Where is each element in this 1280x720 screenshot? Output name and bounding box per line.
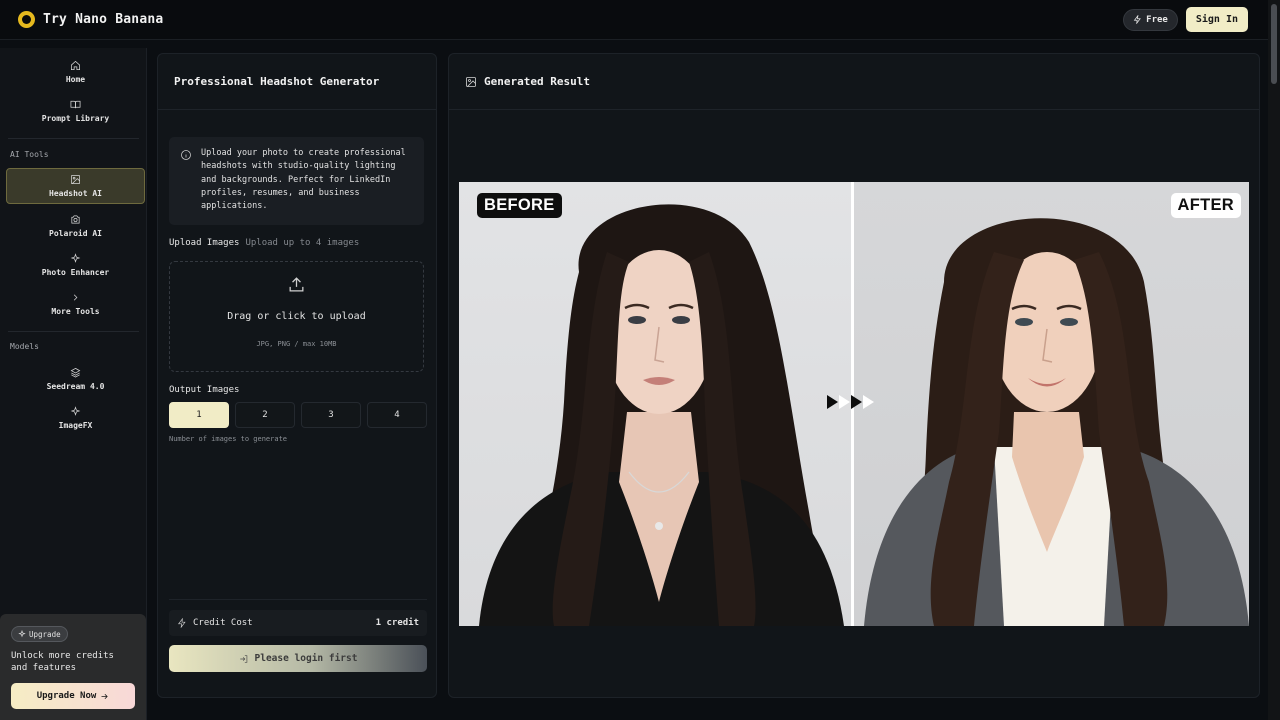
result-panel: Generated Result BEFORE AFTER [448, 53, 1260, 698]
credit-label: Credit Cost [193, 618, 253, 628]
page-scrollbar[interactable] [1268, 0, 1280, 720]
output-option-3[interactable]: 3 [301, 402, 361, 428]
after-portrait-illustration [863, 218, 1249, 626]
output-option-1[interactable]: 1 [169, 402, 229, 428]
before-label: BEFORE [477, 193, 562, 218]
sidebar-item-label: Photo Enhancer [41, 268, 110, 277]
free-badge[interactable]: Free [1123, 8, 1178, 31]
sidebar-item-more-tools[interactable]: More Tools [6, 286, 145, 322]
credit-label-group: Credit Cost [177, 618, 253, 628]
generator-header: Professional Headshot Generator [158, 54, 436, 110]
sidebar-divider [8, 331, 139, 332]
arrow-right-icon [101, 693, 109, 699]
upgrade-chip-label: Upgrade [29, 629, 61, 639]
dropzone-formats: JPG, PNG / max 10MB [256, 340, 337, 348]
upgrade-text: Unlock more credits and features [11, 651, 114, 673]
sidebar-item-headshot-ai[interactable]: Headshot AI [6, 168, 145, 204]
output-count-options: 1 2 3 4 [169, 402, 427, 428]
credit-value: 1 credit [375, 618, 419, 628]
result-title: Generated Result [484, 75, 590, 88]
sidebar-item-photo-enhancer[interactable]: Photo Enhancer [6, 247, 145, 283]
sidebar: Home Prompt Library AI Tools Headshot AI… [0, 48, 147, 720]
transition-arrows-icon [827, 395, 874, 409]
arrow-dark-icon [851, 395, 862, 409]
top-actions: Free Sign In [1123, 7, 1248, 32]
sidebar-item-label: Headshot AI [49, 189, 102, 198]
before-photo: BEFORE [459, 182, 851, 626]
models-heading: Models [10, 342, 39, 351]
upload-dropzone[interactable]: Drag or click to upload JPG, PNG / max 1… [169, 261, 424, 372]
upload-label: Upload Images [169, 238, 240, 248]
upgrade-now-button[interactable]: Upgrade Now [11, 683, 135, 709]
sidebar-item-imagefx[interactable]: ImageFX [6, 400, 145, 436]
login-first-button[interactable]: Please login first [169, 645, 427, 672]
home-icon [71, 60, 80, 70]
sparkle-icon [18, 630, 26, 638]
dropzone-text: Drag or click to upload [227, 311, 366, 322]
output-option-4[interactable]: 4 [367, 402, 427, 428]
camera-icon [71, 215, 80, 224]
generator-title: Professional Headshot Generator [174, 75, 380, 88]
before-portrait-illustration [479, 204, 844, 626]
bolt-icon [1133, 15, 1142, 24]
info-box: Upload your photo to create professional… [169, 137, 424, 225]
sidebar-item-prompt-library[interactable]: Prompt Library [6, 93, 145, 129]
after-label: AFTER [1170, 193, 1241, 218]
image-icon [466, 76, 476, 87]
upload-icon [289, 277, 304, 292]
generator-panel: Professional Headshot Generator Upload y… [157, 53, 437, 698]
sidebar-item-home[interactable]: Home [6, 54, 145, 90]
bolt-icon [178, 618, 186, 628]
layers-icon [70, 367, 81, 378]
ai-tools-heading: AI Tools [10, 150, 49, 159]
before-after-comparison: BEFORE AFTER [459, 182, 1249, 626]
arrow-light-icon [839, 395, 850, 409]
chevron-right-icon [73, 294, 78, 301]
sparkle-icon [70, 406, 81, 416]
upgrade-button-label: Upgrade Now [36, 691, 97, 701]
top-bar: Try Nano Banana Free Sign In [0, 0, 1268, 40]
sidebar-item-polaroid-ai[interactable]: Polaroid AI [6, 208, 145, 244]
sidebar-item-label: Polaroid AI [49, 229, 102, 238]
sidebar-item-label: Prompt Library [41, 114, 110, 123]
sign-in-button[interactable]: Sign In [1185, 7, 1248, 32]
sidebar-item-label: Home [65, 75, 86, 84]
sidebar-item-label: More Tools [51, 307, 100, 316]
book-icon [70, 100, 81, 109]
upgrade-chip: Upgrade [11, 626, 68, 642]
scrollbar-thumb[interactable] [1271, 4, 1277, 84]
sparkle-icon [70, 253, 81, 263]
login-icon [239, 654, 247, 663]
output-hint: Number of images to generate [169, 435, 288, 443]
image-icon [71, 175, 80, 184]
credit-cost-row: Credit Cost 1 credit [169, 610, 427, 636]
sidebar-divider [8, 138, 139, 139]
result-header: Generated Result [449, 54, 1259, 110]
sidebar-item-label: ImageFX [58, 421, 93, 430]
output-label: Output Images [169, 385, 240, 395]
sidebar-item-label: Seedream 4.0 [46, 382, 105, 391]
output-option-2[interactable]: 2 [235, 402, 295, 428]
credit-divider [169, 599, 427, 600]
banana-logo-icon [18, 11, 35, 28]
free-label: Free [1146, 14, 1168, 25]
upgrade-card: Upgrade Unlock more credits and features… [0, 614, 146, 720]
login-button-label: Please login first [254, 653, 358, 664]
upload-label-row: Upload Images Upload up to 4 images [169, 238, 359, 248]
upload-hint: Upload up to 4 images [245, 238, 360, 248]
info-text: Upload your photo to create professional… [201, 148, 406, 212]
app-title: Try Nano Banana [43, 12, 164, 27]
after-photo: AFTER [853, 182, 1249, 626]
arrow-light-icon [863, 395, 874, 409]
brand[interactable]: Try Nano Banana [18, 11, 163, 28]
info-icon [181, 150, 191, 160]
sidebar-item-seedream[interactable]: Seedream 4.0 [6, 361, 145, 397]
arrow-dark-icon [827, 395, 838, 409]
